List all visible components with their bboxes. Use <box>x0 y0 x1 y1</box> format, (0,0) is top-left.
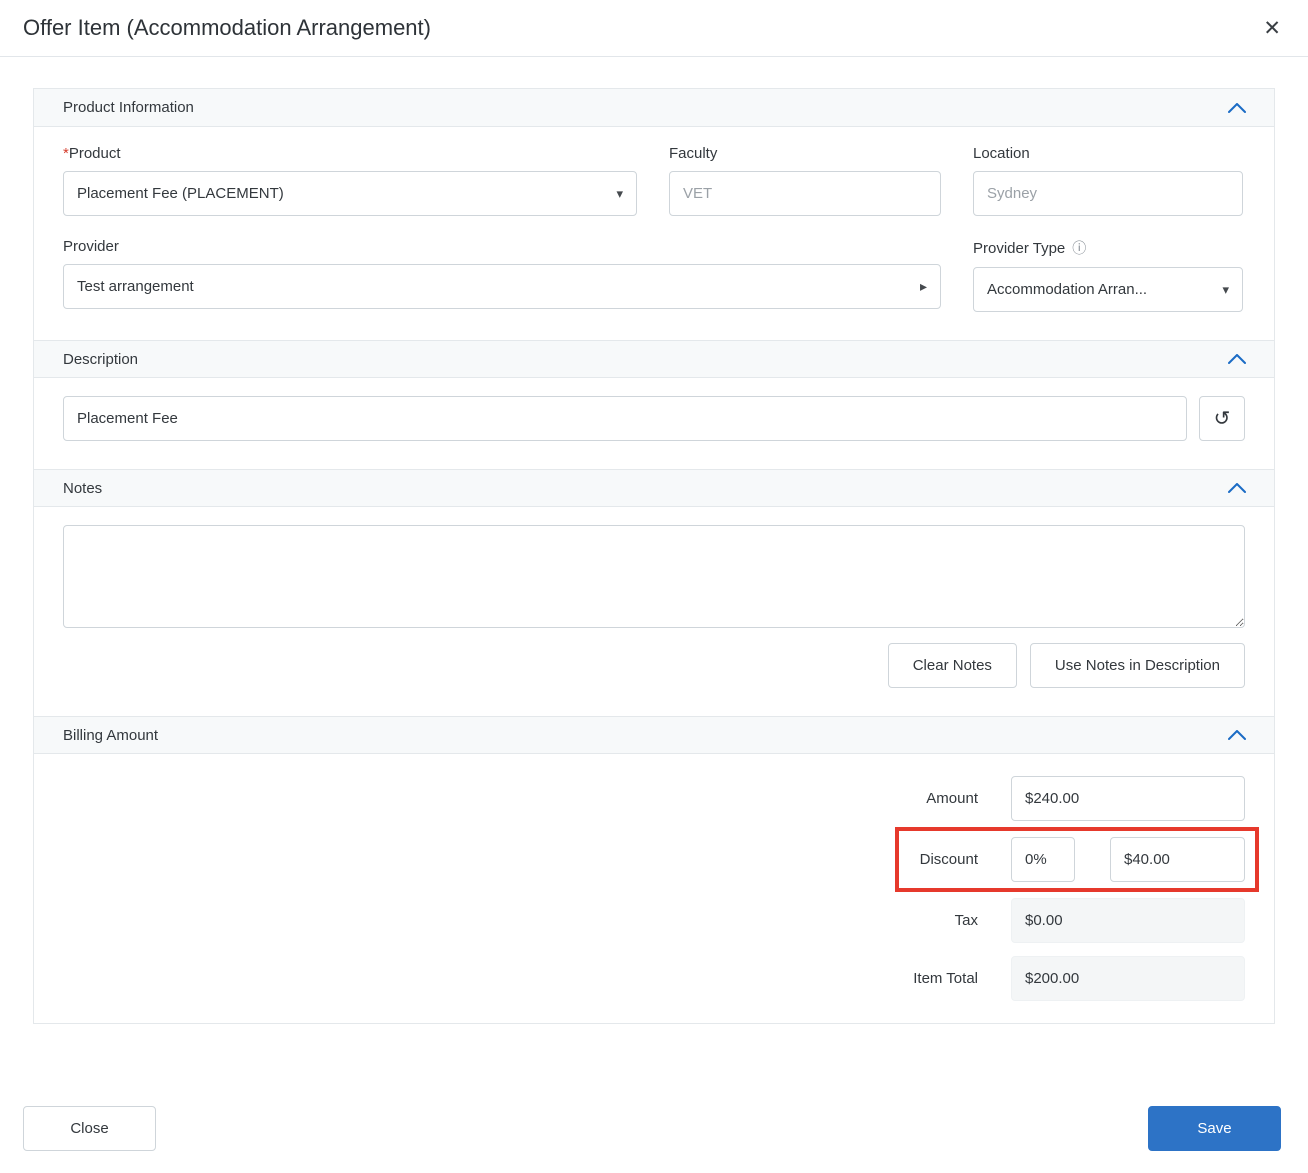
section-header-product-information: Product Information <box>34 89 1274 127</box>
notes-textarea[interactable] <box>63 525 1245 628</box>
use-notes-in-description-button[interactable]: Use Notes in Description <box>1030 643 1245 688</box>
description-field[interactable] <box>63 396 1187 441</box>
provider-label: Provider <box>63 238 941 255</box>
billing-body: Amount Discount Tax Item <box>34 754 1274 1023</box>
section-title: Product Information <box>63 99 194 116</box>
provider-type-label: Provider Type ⓘ <box>973 238 1243 258</box>
reset-icon: ↺ <box>1214 406 1231 431</box>
chevron-up-icon[interactable] <box>1228 103 1246 113</box>
info-icon[interactable]: ⓘ <box>1072 238 1086 258</box>
dialog-footer: Close Save <box>0 1106 1308 1173</box>
section-billing-amount: Billing Amount Amount Discount <box>34 716 1274 1023</box>
page-title: Offer Item (Accommodation Arrangement) <box>23 15 431 41</box>
section-title: Description <box>63 351 138 368</box>
faculty-label: Faculty <box>669 145 941 162</box>
tax-label: Tax <box>955 912 978 929</box>
description-body: ↺ <box>34 378 1274 469</box>
chevron-right-icon: ▸ <box>920 278 927 295</box>
discount-amount-field[interactable] <box>1110 837 1245 882</box>
section-header-billing-amount: Billing Amount <box>34 716 1274 754</box>
chevron-down-icon: ▾ <box>1222 282 1229 298</box>
dialog-header: Offer Item (Accommodation Arrangement) ✕ <box>0 0 1308 57</box>
product-value: Placement Fee (PLACEMENT) <box>77 185 284 202</box>
location-label: Location <box>973 145 1243 162</box>
close-button[interactable]: Close <box>23 1106 156 1151</box>
section-header-notes: Notes <box>34 469 1274 507</box>
offer-item-form: Product Information *Product Placement F… <box>33 88 1275 1024</box>
item-total-label: Item Total <box>913 970 978 987</box>
amount-label: Amount <box>926 790 978 807</box>
product-information-body: *Product Placement Fee (PLACEMENT) ▾ Fac… <box>34 127 1274 340</box>
section-title: Notes <box>63 480 102 497</box>
location-field[interactable] <box>973 171 1243 216</box>
item-total-row: Item Total <box>63 956 1245 1001</box>
clear-notes-button[interactable]: Clear Notes <box>888 643 1017 688</box>
discount-percent-field[interactable] <box>1011 837 1075 882</box>
chevron-up-icon[interactable] <box>1228 483 1246 493</box>
faculty-field[interactable] <box>669 171 941 216</box>
tax-row: Tax <box>63 898 1245 943</box>
section-header-description: Description <box>34 340 1274 378</box>
reset-description-button[interactable]: ↺ <box>1199 396 1245 441</box>
section-description: Description ↺ <box>34 340 1274 469</box>
provider-type-dropdown[interactable]: Accommodation Arran... ▾ <box>973 267 1243 312</box>
provider-type-value: Accommodation Arran... <box>987 281 1147 298</box>
discount-label: Discount <box>920 851 978 868</box>
item-total-field <box>1011 956 1245 1001</box>
section-notes: Notes Clear Notes Use Notes in Descripti… <box>34 469 1274 716</box>
amount-row: Amount <box>63 776 1245 821</box>
section-title: Billing Amount <box>63 727 158 744</box>
provider-lookup[interactable]: Test arrangement ▸ <box>63 264 941 309</box>
chevron-up-icon[interactable] <box>1228 354 1246 364</box>
product-dropdown[interactable]: Placement Fee (PLACEMENT) ▾ <box>63 171 637 216</box>
amount-field[interactable] <box>1011 776 1245 821</box>
save-button[interactable]: Save <box>1148 1106 1281 1151</box>
section-product-information: Product Information *Product Placement F… <box>34 89 1274 340</box>
discount-row: Discount <box>63 837 1245 882</box>
product-label: *Product <box>63 145 637 162</box>
tax-field <box>1011 898 1245 943</box>
notes-body: Clear Notes Use Notes in Description <box>34 507 1274 716</box>
close-icon[interactable]: ✕ <box>1263 18 1281 39</box>
chevron-up-icon[interactable] <box>1228 730 1246 740</box>
chevron-down-icon: ▾ <box>616 186 623 202</box>
provider-value: Test arrangement <box>77 278 194 295</box>
